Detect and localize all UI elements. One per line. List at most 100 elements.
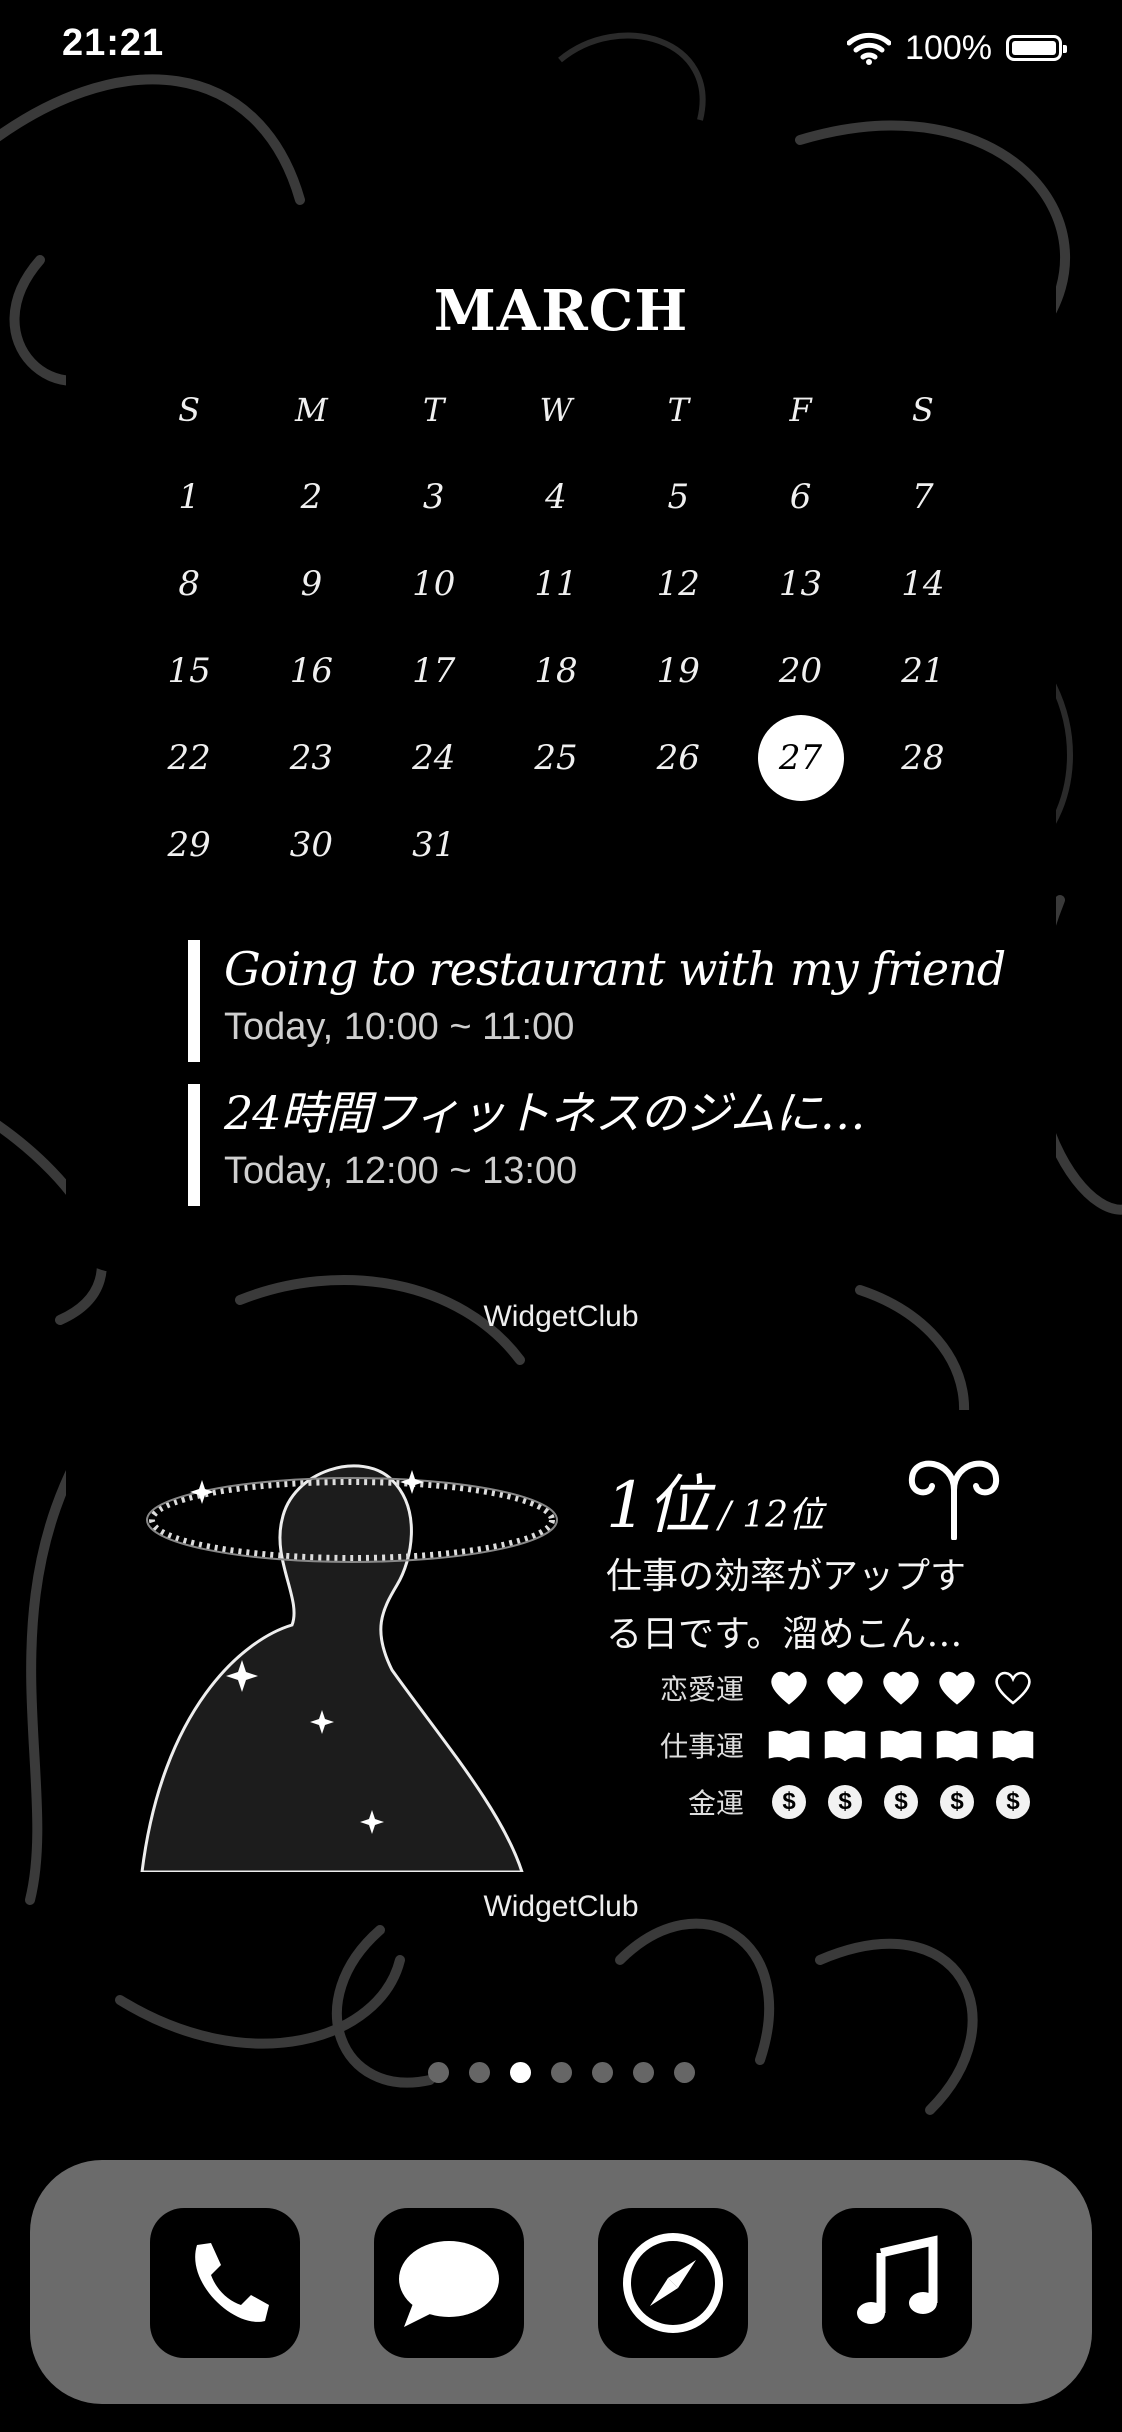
calendar-day-number: 29	[167, 824, 211, 865]
luck-row: 金運 $ $ $ $ $	[606, 1782, 1048, 1822]
calendar-day-number: 20	[778, 650, 823, 691]
horoscope-widget[interactable]: 1位/ 12位 仕事の効率がアップす る日です。溜めこん… 恋愛運 仕事運 金運 $ $…	[66, 1410, 1056, 1872]
calendar-day[interactable]: 9	[250, 564, 372, 604]
calendar-day-number: 13	[778, 563, 823, 604]
calendar-day[interactable]: 31	[373, 825, 495, 865]
calendar-day-number: 1	[178, 476, 200, 517]
calendar-day-number: 14	[901, 563, 945, 604]
coin-glyph: $	[996, 1785, 1030, 1819]
music-icon	[857, 2235, 938, 2324]
coin-glyph: $	[772, 1785, 806, 1819]
calendar-day-number: 9	[300, 563, 323, 604]
calendar-day-number: 15	[167, 650, 211, 691]
calendar-day[interactable]: 24	[373, 738, 495, 778]
calendar-day[interactable]: 15	[128, 651, 250, 691]
calendar-day[interactable]: 22	[128, 738, 250, 778]
phone-app-button[interactable]	[150, 2208, 300, 2358]
status-indicators: 100%	[847, 24, 1067, 72]
calendar-day[interactable]: 26	[617, 738, 739, 778]
weekday-label: T	[667, 390, 689, 429]
ranking: 1位/ 12位	[606, 1454, 824, 1546]
fortune-text-line: る日です。溜めこん…	[606, 1614, 963, 1655]
music-app-button[interactable]	[822, 2208, 972, 2358]
page-dot[interactable]	[673, 2062, 695, 2083]
calendar-day-number: 26	[656, 737, 700, 778]
battery-icon	[1006, 35, 1067, 61]
calendar-day[interactable]: 10	[373, 564, 495, 604]
calendar-day[interactable]: 6	[739, 477, 861, 517]
calendar-day[interactable]: 13	[739, 564, 861, 604]
calendar-day[interactable]: 19	[617, 651, 739, 691]
luck-label: 恋愛運	[659, 1673, 744, 1706]
calendar-day[interactable]: 21	[862, 651, 984, 691]
fortune-message: 仕事の効率がアップす る日です。溜めこん…	[606, 1548, 1026, 1664]
dock	[30, 2160, 1092, 2404]
fortune-text-line: 仕事の効率がアップす	[606, 1556, 967, 1597]
weekday-label: F	[789, 390, 812, 429]
page-dot-active[interactable]	[509, 2062, 531, 2083]
calendar-day[interactable]: 5	[617, 477, 739, 517]
aries-icon	[908, 1460, 1000, 1540]
calendar-day[interactable]: 16	[250, 651, 372, 691]
page-dot[interactable]	[591, 2062, 613, 2083]
calendar-day[interactable]: 14	[862, 564, 984, 604]
calendar-day-today[interactable]: 27	[739, 714, 861, 801]
calendar-day[interactable]: 12	[617, 564, 739, 604]
event-item[interactable]: Going to restaurant with my friend Today…	[188, 940, 1008, 1064]
calendar-widget[interactable]: MARCH S M T W T F S 1 2 3 4 5 6 7 8 9 10 11 12 13 14 1…	[66, 236, 1056, 1272]
calendar-day[interactable]: 11	[495, 564, 617, 604]
calendar-day[interactable]: 25	[495, 738, 617, 778]
book-icon	[880, 1727, 922, 1763]
book-icon	[992, 1727, 1034, 1763]
event-item[interactable]: 24時間フィットネスのジムに… Today, 12:00 ~ 13:00	[188, 1084, 1008, 1208]
calendar-day-number: 16	[289, 650, 334, 691]
calendar-day[interactable]: 8	[128, 564, 250, 604]
event-time: Today, 12:00 ~ 13:00	[224, 1150, 578, 1192]
calendar-day-number: 22	[167, 737, 211, 778]
page-dot[interactable]	[468, 2062, 490, 2083]
calendar-day[interactable]: 4	[495, 477, 617, 517]
calendar-day[interactable]: 28	[862, 738, 984, 778]
page-indicator[interactable]	[0, 2062, 1122, 2083]
coin-icon: $	[880, 1784, 922, 1820]
heart-icon	[824, 1670, 866, 1706]
calendar-day[interactable]: 18	[495, 651, 617, 691]
angel-silhouette-image	[122, 1410, 622, 1872]
page-dot[interactable]	[550, 2062, 572, 2083]
heart-icon	[768, 1670, 810, 1706]
calendar-day-number: 12	[656, 563, 700, 604]
calendar-day[interactable]: 7	[862, 477, 984, 517]
widget-label: WidgetClub	[483, 1890, 639, 1923]
calendar-week-row: 8 9 10 11 12 13 14	[128, 540, 984, 627]
messages-icon	[399, 2241, 499, 2327]
calendar-week-row: 1 2 3 4 5 6 7	[128, 453, 984, 540]
calendar-day[interactable]: 3	[373, 477, 495, 517]
messages-app-button[interactable]	[374, 2208, 524, 2358]
calendar-day-number: 21	[901, 650, 945, 691]
coin-icon: $	[824, 1784, 866, 1820]
calendar-day[interactable]: 29	[128, 825, 250, 865]
calendar-day[interactable]: 20	[739, 651, 861, 691]
luck-label: 仕事運	[659, 1730, 744, 1763]
luck-row: 恋愛運	[606, 1668, 1048, 1708]
calendar-week-row: 22 23 24 25 26 27 28	[128, 714, 984, 801]
calendar-day[interactable]: 2	[250, 477, 372, 517]
heart-icon	[992, 1670, 1034, 1706]
calendar-day-number: 8	[178, 563, 200, 604]
heart-icon	[880, 1670, 922, 1706]
page-dot[interactable]	[632, 2062, 654, 2083]
book-icon	[936, 1727, 978, 1763]
calendar-day-number: 17	[412, 650, 456, 691]
safari-app-button[interactable]	[598, 2208, 748, 2358]
calendar-day[interactable]: 1	[128, 477, 250, 517]
rank-total: / 12位	[718, 1495, 825, 1536]
luck-row: 仕事運	[606, 1725, 1048, 1765]
safari-icon	[623, 2233, 723, 2333]
calendar-day-number: 3	[422, 476, 445, 517]
coin-icon: $	[936, 1784, 978, 1820]
calendar-day[interactable]: 17	[373, 651, 495, 691]
calendar-day[interactable]: 23	[250, 738, 372, 778]
page-dot[interactable]	[427, 2062, 449, 2083]
calendar-day[interactable]: 30	[250, 825, 372, 865]
calendar-day-number: 5	[667, 476, 690, 517]
